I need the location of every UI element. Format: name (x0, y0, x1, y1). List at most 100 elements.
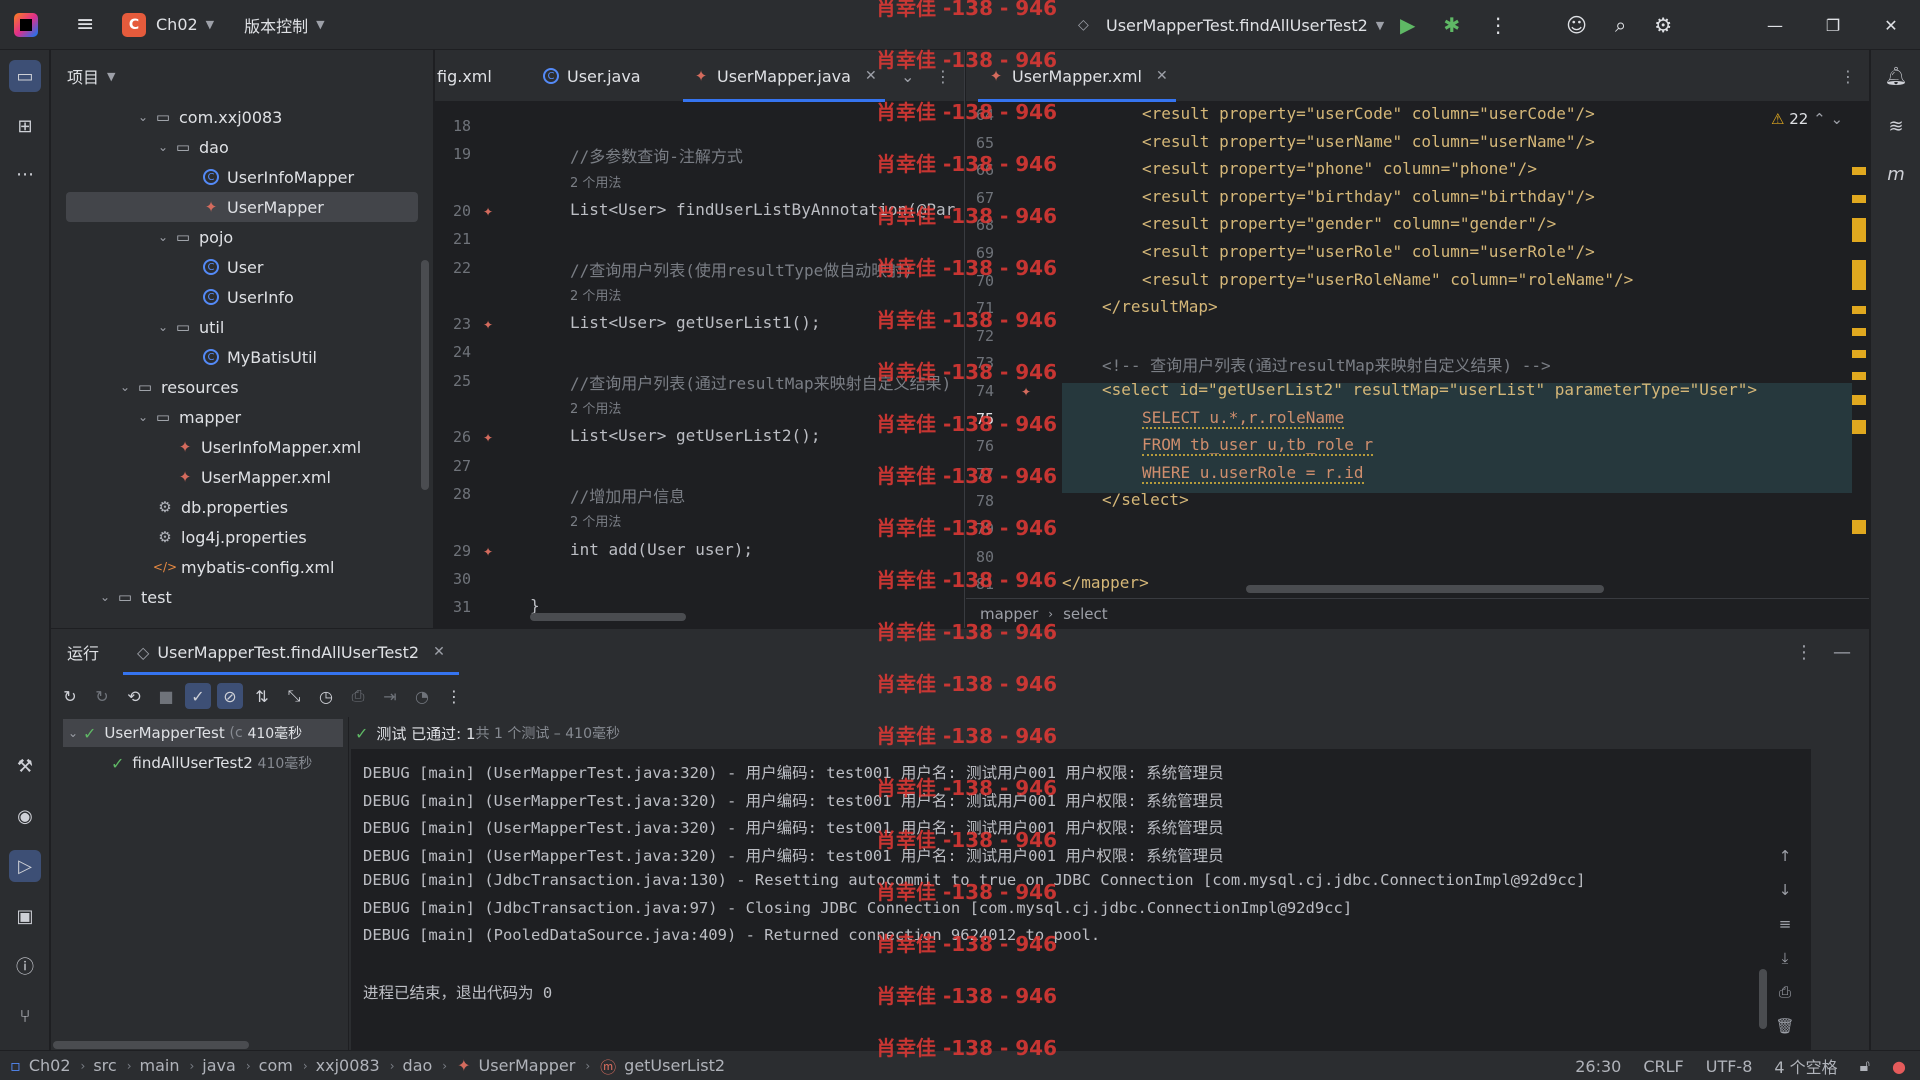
history-icon[interactable]: ◷ (313, 683, 339, 709)
status-breadcrumb-item[interactable]: java (202, 1056, 236, 1075)
close-icon[interactable]: ✕ (433, 644, 445, 660)
close-icon[interactable]: ✕ (1862, 0, 1920, 50)
breadcrumb-select[interactable]: select (1063, 605, 1108, 623)
tree-item[interactable]: ✦ UserMapper.xml (51, 462, 421, 492)
warning-marker[interactable] (1852, 420, 1866, 434)
vcs-menu[interactable]: 版本控制 (244, 13, 308, 37)
coverage-icon[interactable]: ◔ (409, 683, 435, 709)
services-tool-icon[interactable]: ◉ (9, 800, 41, 832)
run-tab[interactable]: ◇ UserMapperTest.findAllUserTest2 ✕ (123, 629, 459, 675)
warning-marker[interactable] (1852, 328, 1866, 336)
line-separator[interactable]: CRLF (1643, 1057, 1683, 1076)
tree-item[interactable]: C UserInfoMapper (51, 162, 421, 192)
scrollbar[interactable] (1246, 585, 1604, 593)
tree-item[interactable]: ⚙ db.properties (51, 492, 421, 522)
test-suite-row[interactable]: ⌄ ✓ UserMapperTest (c 410毫秒 (63, 719, 343, 747)
warning-marker[interactable] (1852, 195, 1866, 203)
usages-hint[interactable]: 2 个用法 (570, 511, 621, 530)
warning-marker[interactable] (1852, 350, 1866, 358)
warning-marker[interactable] (1852, 372, 1866, 380)
tree-item[interactable]: </> mybatis-config.xml (51, 552, 421, 582)
usages-hint[interactable]: 2 个用法 (570, 172, 621, 191)
chevron-down-icon[interactable]: ⌄ (115, 380, 135, 394)
toggle-auto-test-icon[interactable]: ⟲ (121, 683, 147, 709)
mybatis-bean-icon[interactable]: ✦ (1021, 385, 1035, 399)
clear-icon[interactable]: 🗑︎ (1773, 1017, 1797, 1051)
tree-item[interactable]: C User (51, 252, 421, 282)
tree-item[interactable]: ⌄ ▭ mapper (51, 402, 421, 432)
problems-tool-icon[interactable]: ⓘ (9, 950, 41, 982)
show-passed-icon[interactable]: ✓ (185, 683, 211, 709)
export-icon[interactable]: ⇥ (377, 683, 403, 709)
terminal-tool-icon[interactable]: ▣ (9, 900, 41, 932)
mybatis-bean-icon[interactable]: ✦ (483, 205, 497, 219)
status-breadcrumb-item[interactable]: Ch02 (29, 1056, 71, 1075)
soft-wrap-icon[interactable]: ≡ (1773, 915, 1797, 949)
scrollbar[interactable] (421, 260, 429, 490)
scrollbar[interactable] (530, 613, 686, 621)
warning-marker[interactable] (1852, 218, 1866, 242)
debug-icon[interactable]: ✱ (1443, 13, 1460, 37)
tree-item[interactable]: ✦ UserInfoMapper.xml (51, 432, 421, 462)
more-icon[interactable]: ⋮ (441, 683, 467, 709)
database-icon[interactable]: ≋ (1880, 110, 1912, 142)
git-tool-icon[interactable]: ⑂ (9, 1000, 41, 1032)
chevron-down-icon[interactable]: ⌄ (63, 726, 83, 740)
tree-item[interactable]: ⚙ log4j.properties (51, 522, 421, 552)
search-icon[interactable]: ⌕ (1615, 13, 1626, 37)
restore-icon[interactable]: ❐ (1804, 0, 1862, 50)
tree-item[interactable]: ⌄ ▭ dao (51, 132, 421, 162)
more-icon[interactable]: ⋮ (1795, 642, 1813, 663)
minimize-icon[interactable]: — (1746, 0, 1804, 50)
chevron-down-icon[interactable]: ⌄ (153, 140, 173, 154)
run-config-selector[interactable]: UserMapperTest.findAllUserTest2 (1106, 16, 1368, 35)
status-breadcrumb-item[interactable]: main (140, 1056, 180, 1075)
warnings-indicator[interactable]: ⚠ 22 ⌃ ⌄ (1771, 110, 1843, 128)
run-tool-icon[interactable]: ▷ (9, 850, 41, 882)
tree-item[interactable]: ⌄ ▭ com.xxj0083 (51, 102, 421, 132)
more-tools-icon[interactable]: ⋯ (9, 158, 41, 190)
chevron-down-icon[interactable]: ▼ (107, 70, 115, 83)
usages-hint[interactable]: 2 个用法 (570, 285, 621, 304)
notifications-icon[interactable]: 🔔︎ (1880, 60, 1912, 92)
scroll-down-icon[interactable]: ↓ (1773, 881, 1797, 915)
chevron-down-icon[interactable]: ⌄ (153, 230, 173, 244)
rerun-failed-icon[interactable]: ↻ (89, 683, 115, 709)
collapse-icon[interactable]: ⤡ (281, 683, 307, 709)
scroll-up-icon[interactable]: ↑ (1773, 847, 1797, 881)
mybatis-bean-icon[interactable]: ✦ (483, 431, 497, 445)
main-menu-icon[interactable]: ≡ (76, 13, 98, 36)
more-icon[interactable]: ⋮ (1488, 13, 1508, 37)
indent-setting[interactable]: 4 个空格 (1774, 1054, 1837, 1078)
status-breadcrumb-item[interactable]: dao (403, 1056, 433, 1075)
chevron-down-icon[interactable]: ▼ (206, 18, 214, 31)
chevron-down-icon[interactable]: ⌄ (133, 410, 153, 424)
console-output[interactable]: ✓ 测试 已通过: 1 共 1 个测试 – 410毫秒 DEBUG [main]… (351, 717, 1811, 1051)
scroll-to-end-icon[interactable]: ⤓ (1773, 949, 1797, 983)
tree-item[interactable]: ⌄ ▭ test (51, 582, 421, 612)
tree-item[interactable]: ⌄ ▭ pojo (51, 222, 421, 252)
status-breadcrumb-item[interactable]: UserMapper (479, 1056, 576, 1075)
test-case-row[interactable]: ✓ findAllUserTest2 410毫秒 (111, 749, 312, 777)
warning-marker[interactable] (1852, 260, 1866, 290)
code-area[interactable]: 18 19 //多参数查询-注解方式 2 个用法 20 ✦ List<User> findU… (435, 50, 964, 628)
mybatis-bean-icon[interactable]: ✦ (483, 545, 497, 559)
lock-icon[interactable]: 🔓︎ (1860, 1056, 1870, 1076)
tree-item[interactable]: ✦ UserMapper (66, 192, 418, 222)
chevron-down-icon[interactable]: ⌄ (95, 590, 115, 604)
scrollbar[interactable] (1759, 969, 1767, 1029)
minimize-panel-icon[interactable]: — (1833, 642, 1851, 663)
run-icon[interactable]: ▶ (1400, 13, 1415, 37)
caret-position[interactable]: 26:30 (1575, 1057, 1621, 1076)
snapshot-icon[interactable]: ⎙ (345, 683, 371, 709)
file-encoding[interactable]: UTF-8 (1706, 1057, 1753, 1076)
rerun-icon[interactable]: ↻ (57, 683, 83, 709)
tree-item[interactable]: ⌄ ▭ resources (51, 372, 421, 402)
sort-alpha-icon[interactable]: ⇅ (249, 683, 275, 709)
chevron-down-icon[interactable]: ▼ (1376, 19, 1384, 32)
project-badge[interactable]: C (122, 12, 146, 37)
chevron-down-icon[interactable]: ▼ (316, 18, 324, 31)
tree-item[interactable]: C MyBatisUtil (51, 342, 421, 372)
breadcrumb-mapper[interactable]: mapper (980, 605, 1038, 623)
warning-marker[interactable] (1852, 395, 1866, 405)
